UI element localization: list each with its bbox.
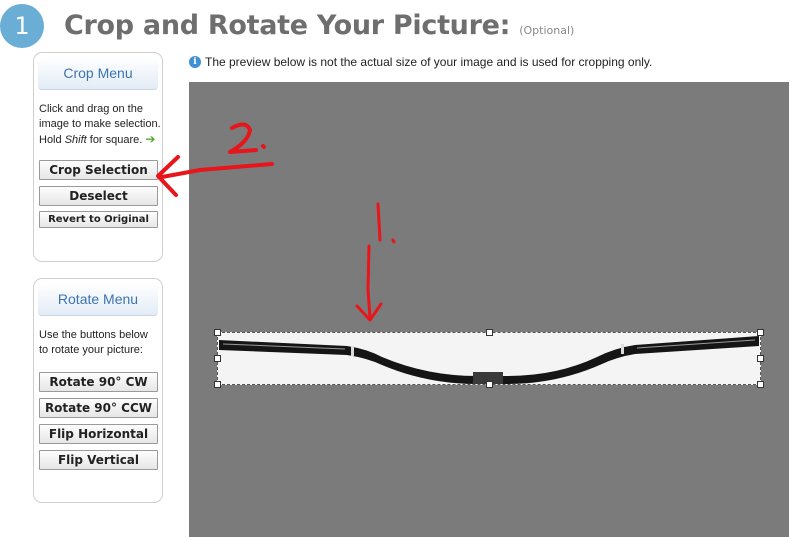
crop-menu-title: Crop Menu bbox=[38, 57, 158, 90]
crop-menu-panel: Crop Menu Click and drag on the image to… bbox=[33, 52, 163, 262]
rotate-cw-button[interactable]: Rotate 90° CW bbox=[39, 372, 158, 392]
crop-handle-bottom[interactable] bbox=[486, 381, 493, 388]
flip-horizontal-button[interactable]: Flip Horizontal bbox=[39, 424, 158, 444]
crop-handle-top-left[interactable] bbox=[214, 329, 221, 336]
rotate-menu-title: Rotate Menu bbox=[38, 283, 158, 316]
rotate-menu-panel: Rotate Menu Use the buttons below to rot… bbox=[33, 278, 163, 503]
deselect-button[interactable]: Deselect bbox=[39, 186, 158, 206]
crop-handle-bottom-right[interactable] bbox=[757, 381, 764, 388]
crop-selection-button[interactable]: Crop Selection bbox=[39, 160, 158, 180]
crop-handle-bottom-left[interactable] bbox=[214, 381, 221, 388]
preview-info-text: The preview below is not the actual size… bbox=[205, 55, 653, 69]
rotate-ccw-button[interactable]: Rotate 90° CCW bbox=[39, 398, 158, 418]
crop-preview-area[interactable] bbox=[189, 82, 789, 537]
crop-selection-box[interactable] bbox=[214, 329, 764, 388]
page-title: Crop and Rotate Your Picture: (Optional) bbox=[64, 10, 574, 41]
revert-to-original-button[interactable]: Revert to Original bbox=[39, 211, 158, 228]
preview-info: i The preview below is not the actual si… bbox=[189, 55, 652, 69]
step-number-badge: 1 bbox=[0, 4, 44, 48]
rotate-instructions: Use the buttons below to rotate your pic… bbox=[39, 329, 148, 356]
handlebar-image bbox=[219, 336, 759, 384]
crop-handle-left[interactable] bbox=[214, 355, 221, 362]
page-title-text: Crop and Rotate Your Picture: bbox=[64, 10, 511, 41]
crop-instructions: Click and drag on the image to make sele… bbox=[39, 102, 162, 148]
crop-handle-right[interactable] bbox=[757, 355, 764, 362]
crop-handle-top[interactable] bbox=[486, 329, 493, 336]
crop-instructions-text-end: for square. bbox=[86, 134, 143, 146]
green-arrow-icon: ➔ bbox=[145, 132, 156, 146]
optional-label: (Optional) bbox=[519, 24, 575, 37]
shift-key-text: Shift bbox=[64, 134, 87, 146]
crop-handle-top-right[interactable] bbox=[757, 329, 764, 336]
flip-vertical-button[interactable]: Flip Vertical bbox=[39, 450, 158, 470]
info-icon: i bbox=[189, 56, 201, 68]
